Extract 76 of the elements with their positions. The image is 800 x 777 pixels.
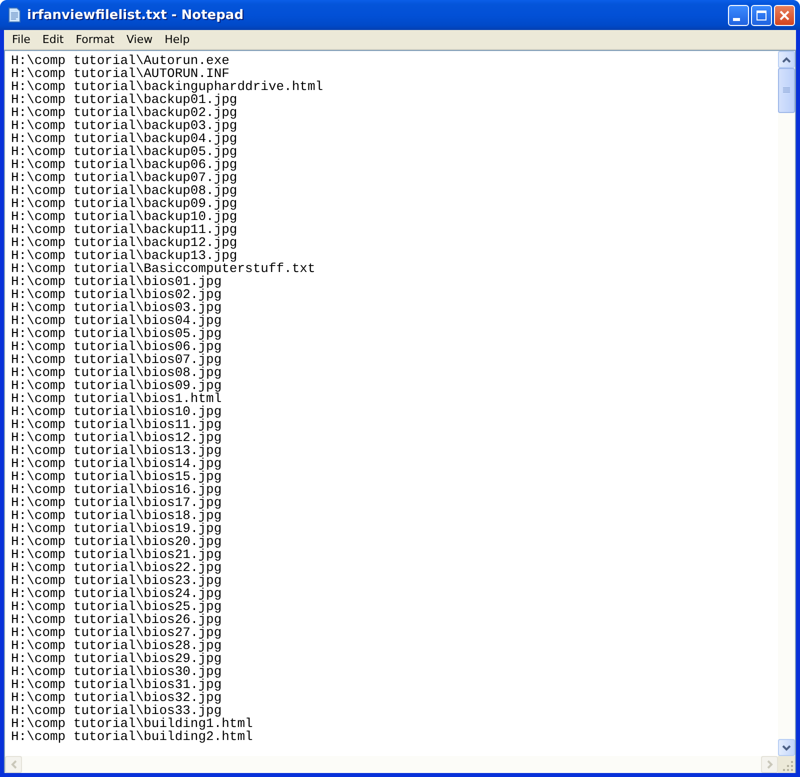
menu-item[interactable]: Format: [70, 30, 120, 49]
text-line: H:\comp tutorial\bios23.jpg: [11, 574, 223, 587]
resize-grip-icon[interactable]: [778, 756, 795, 773]
menu-item[interactable]: Help: [158, 30, 196, 49]
text-line: H:\comp tutorial\bios06.jpg: [11, 340, 223, 353]
text-line: H:\comp tutorial\backup08.jpg: [11, 184, 238, 197]
menu-item[interactable]: View: [120, 30, 159, 49]
text-line: H:\comp tutorial\bios15.jpg: [11, 470, 223, 483]
text-line: H:\comp tutorial\backup05.jpg: [11, 145, 238, 158]
maximize-button[interactable]: [751, 4, 772, 26]
text-line: H:\comp tutorial\bios17.jpg: [11, 496, 223, 509]
text-line: H:\comp tutorial\building2.html: [11, 730, 254, 743]
scroll-left-button[interactable]: [5, 756, 22, 773]
maximize-icon: [756, 10, 767, 20]
grip-lines-icon: [783, 87, 790, 94]
text-line: H:\comp tutorial\bios16.jpg: [11, 483, 223, 496]
text-line: H:\comp tutorial\backup03.jpg: [11, 119, 238, 132]
scroll-down-button[interactable]: [778, 739, 795, 756]
minimize-icon: [732, 18, 740, 20]
text-line: H:\comp tutorial\backup01.jpg: [11, 93, 238, 106]
text-line: H:\comp tutorial\bios04.jpg: [11, 314, 223, 327]
text-line: H:\comp tutorial\bios32.jpg: [11, 691, 223, 704]
text-line: H:\comp tutorial\bios25.jpg: [11, 600, 223, 613]
notepad-icon: [6, 7, 22, 23]
text-line: H:\comp tutorial\bios08.jpg: [11, 366, 223, 379]
text-line: H:\comp tutorial\bios09.jpg: [11, 379, 223, 392]
menu-item[interactable]: File: [6, 30, 36, 49]
text-line: H:\comp tutorial\building1.html: [11, 717, 254, 730]
text-line: H:\comp tutorial\Basiccomputerstuff.txt: [11, 262, 316, 275]
chevron-right-icon: [766, 760, 772, 769]
text-line: H:\comp tutorial\backup10.jpg: [11, 210, 238, 223]
text-line: H:\comp tutorial\Autorun.exe: [11, 54, 230, 67]
text-line: H:\comp tutorial\bios02.jpg: [11, 288, 223, 301]
text-line: H:\comp tutorial\bios20.jpg: [11, 535, 223, 548]
text-line: H:\comp tutorial\bios26.jpg: [11, 613, 223, 626]
text-line: H:\comp tutorial\bios31.jpg: [11, 678, 223, 691]
text-line: H:\comp tutorial\backup04.jpg: [11, 132, 238, 145]
minimize-button[interactable]: [728, 4, 749, 26]
text-line: H:\comp tutorial\bios22.jpg: [11, 561, 223, 574]
text-line: H:\comp tutorial\backup13.jpg: [11, 249, 238, 262]
text-line: H:\comp tutorial\backup12.jpg: [11, 236, 238, 249]
text-line: H:\comp tutorial\bios21.jpg: [11, 548, 223, 561]
text-line: H:\comp tutorial\backup09.jpg: [11, 197, 238, 210]
text-line: H:\comp tutorial\bios11.jpg: [11, 418, 223, 431]
scrollbar-thumb[interactable]: [778, 68, 795, 113]
text-line: H:\comp tutorial\backup07.jpg: [11, 171, 238, 184]
text-line: H:\comp tutorial\backup06.jpg: [11, 158, 238, 171]
text-line: H:\comp tutorial\bios03.jpg: [11, 301, 223, 314]
scroll-up-button[interactable]: [778, 51, 795, 68]
text-line: H:\comp tutorial\bios01.jpg: [11, 275, 222, 288]
close-icon: [779, 10, 790, 20]
text-line: H:\comp tutorial\bios1.html: [11, 392, 223, 405]
text-line: H:\comp tutorial\backup02.jpg: [11, 106, 238, 119]
text-line: H:\comp tutorial\bios33.jpg: [11, 704, 222, 717]
text-line: H:\comp tutorial\bios13.jpg: [11, 444, 223, 457]
text-line: H:\comp tutorial\backingupharddrive.html: [11, 80, 324, 93]
text-line: H:\comp tutorial\bios14.jpg: [11, 457, 223, 470]
text-line: H:\comp tutorial\bios24.jpg: [11, 587, 223, 600]
chevron-up-icon: [782, 56, 791, 62]
text-line: H:\comp tutorial\bios30.jpg: [11, 665, 223, 678]
text-line: H:\comp tutorial\bios10.jpg: [11, 405, 223, 418]
text-line: H:\comp tutorial\bios27.jpg: [11, 626, 223, 639]
text-line: H:\comp tutorial\bios18.jpg: [11, 509, 223, 522]
text-line: H:\comp tutorial\AUTORUN.INF: [11, 67, 230, 80]
text-line: H:\comp tutorial\bios05.jpg: [11, 327, 223, 340]
chevron-down-icon: [782, 744, 791, 750]
text-line: H:\comp tutorial\bios07.jpg: [11, 353, 223, 366]
menu-item[interactable]: Edit: [36, 30, 70, 49]
close-button[interactable]: [774, 4, 795, 26]
chevron-left-icon: [10, 760, 16, 769]
text-line: H:\comp tutorial\bios12.jpg: [11, 431, 223, 444]
text-line: H:\comp tutorial\bios28.jpg: [11, 639, 223, 652]
window-title: irfanviewfilelist.txt - Notepad: [27, 8, 245, 22]
text-line: H:\comp tutorial\bios19.jpg: [11, 522, 223, 535]
text-line: H:\comp tutorial\backup11.jpg: [11, 223, 238, 236]
text-line: H:\comp tutorial\bios29.jpg: [11, 652, 223, 665]
